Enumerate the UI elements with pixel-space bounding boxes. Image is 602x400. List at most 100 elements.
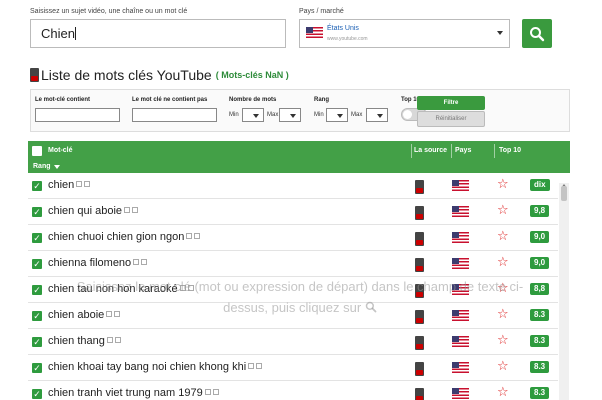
external-link-icon[interactable] xyxy=(212,389,219,395)
country-select[interactable]: États Unis www.youtube.com xyxy=(299,19,510,48)
star-icon[interactable]: ☆ xyxy=(497,228,509,244)
filter-button[interactable]: Filtre xyxy=(417,96,485,110)
external-link-icon[interactable] xyxy=(114,337,121,343)
header-rank-sort[interactable]: Rang xyxy=(33,163,60,170)
keyword-cell[interactable]: chien tau non hon karaoké xyxy=(48,283,194,295)
youtube-source-icon xyxy=(415,284,424,298)
external-link-icon[interactable] xyxy=(132,207,139,213)
header-rank-label: Rang xyxy=(33,163,51,170)
table-row[interactable]: ✓ chien qui aboie ☆ 9,8 xyxy=(28,199,558,225)
rank-max-select[interactable] xyxy=(366,108,388,122)
table-row[interactable]: ✓ chien thang ☆ 8.3 xyxy=(28,329,558,355)
table-row[interactable]: ✓ chien aboie ☆ 8.3 xyxy=(28,303,558,329)
edit-icon[interactable] xyxy=(133,259,140,265)
external-link-icon[interactable] xyxy=(141,259,148,265)
external-link-icon[interactable] xyxy=(194,233,201,239)
reset-button[interactable]: Réinitialiser xyxy=(417,111,485,127)
country-name: États Unis xyxy=(327,25,359,32)
keyword-count-badge: ( Mots-clés NaN ) xyxy=(215,70,289,80)
keyword-cell[interactable]: chien aboie xyxy=(48,309,121,321)
edit-icon[interactable] xyxy=(179,285,186,291)
edit-icon[interactable] xyxy=(204,389,211,395)
row-checkbox[interactable]: ✓ xyxy=(32,259,42,269)
scrollbar[interactable] xyxy=(559,183,569,400)
row-checkbox[interactable]: ✓ xyxy=(32,285,42,295)
us-flag-icon xyxy=(452,180,469,191)
search-button[interactable] xyxy=(522,19,552,48)
keyword-cell[interactable]: chien tranh viet trung nam 1979 xyxy=(48,387,219,399)
external-link-icon[interactable] xyxy=(114,311,121,317)
header-top10[interactable]: Top 10 xyxy=(499,147,521,154)
contains-label: Le mot-clé contient xyxy=(35,97,91,103)
row-checkbox[interactable]: ✓ xyxy=(32,181,42,191)
header-keyword[interactable]: Mot-clé xyxy=(48,147,73,154)
us-flag-icon xyxy=(452,232,469,243)
table-row[interactable]: ✓ chien chuoi chien gion ngon ☆ 9,0 xyxy=(28,225,558,251)
search-input-value: Chien xyxy=(41,26,75,41)
youtube-source-icon xyxy=(415,206,424,220)
table-row[interactable]: ✓ chienna filomeno ☆ 9,0 xyxy=(28,251,558,277)
word-count-min-select[interactable] xyxy=(242,108,264,122)
edit-icon[interactable] xyxy=(106,337,113,343)
star-icon[interactable]: ☆ xyxy=(497,384,509,400)
star-icon[interactable]: ☆ xyxy=(497,332,509,348)
star-icon[interactable]: ☆ xyxy=(497,280,509,296)
table-row[interactable]: ✓ chien ☆ dix xyxy=(28,173,558,199)
external-link-icon[interactable] xyxy=(84,181,91,187)
row-checkbox[interactable]: ✓ xyxy=(32,207,42,217)
text-caret xyxy=(74,27,76,40)
row-checkbox[interactable]: ✓ xyxy=(32,311,42,321)
edit-icon[interactable] xyxy=(124,207,131,213)
external-link-icon[interactable] xyxy=(187,285,194,291)
search-input[interactable]: Chien xyxy=(30,19,286,48)
keyword-cell[interactable]: chien qui aboie xyxy=(48,205,139,217)
row-checkbox[interactable]: ✓ xyxy=(32,363,42,373)
star-icon[interactable]: ☆ xyxy=(497,202,509,218)
youtube-logo-icon xyxy=(30,68,39,82)
rank-filter-label: Rang xyxy=(314,97,329,103)
youtube-source-icon xyxy=(415,336,424,350)
us-flag-icon xyxy=(452,310,469,321)
us-flag-icon xyxy=(452,336,469,347)
edit-icon[interactable] xyxy=(248,363,255,369)
edit-icon[interactable] xyxy=(76,181,83,187)
table-row[interactable]: ✓ chien tau non hon karaoké ☆ 8,8 xyxy=(28,277,558,303)
header-country[interactable]: Pays xyxy=(455,147,471,154)
row-checkbox[interactable]: ✓ xyxy=(32,233,42,243)
header-source[interactable]: La source xyxy=(414,147,447,154)
header-divider xyxy=(451,144,452,158)
table-row[interactable]: ✓ chien tranh viet trung nam 1979 ☆ 8.3 xyxy=(28,381,558,400)
star-icon[interactable]: ☆ xyxy=(497,306,509,322)
score-badge: 8.3 xyxy=(530,309,550,321)
scroll-thumb[interactable] xyxy=(561,186,567,201)
row-checkbox[interactable]: ✓ xyxy=(32,337,42,347)
youtube-source-icon xyxy=(415,310,424,324)
external-link-icon[interactable] xyxy=(256,363,263,369)
youtube-source-icon xyxy=(415,258,424,272)
keyword-text: chien tau non hon karaoké xyxy=(48,283,178,295)
keyword-cell[interactable]: chien khoai tay bang noi chien khong khi xyxy=(48,361,263,373)
not-contains-input[interactable] xyxy=(132,108,217,122)
word-count-max-select[interactable] xyxy=(279,108,301,122)
select-all-checkbox[interactable] xyxy=(32,146,42,156)
star-icon[interactable]: ☆ xyxy=(497,358,509,374)
keyword-cell[interactable]: chien chuoi chien gion ngon xyxy=(48,231,201,243)
contains-input[interactable] xyxy=(35,108,120,122)
rank-min-select[interactable] xyxy=(326,108,348,122)
table-row[interactable]: ✓ chien khoai tay bang noi chien khong kh… xyxy=(28,355,558,381)
youtube-source-icon xyxy=(415,362,424,376)
row-checkbox[interactable]: ✓ xyxy=(32,389,42,399)
youtube-source-icon xyxy=(415,232,424,246)
star-icon[interactable]: ☆ xyxy=(497,254,509,270)
score-badge: 8.3 xyxy=(530,361,550,373)
keyword-cell[interactable]: chienna filomeno xyxy=(48,257,148,269)
search-label: Saisissez un sujet vidéo, une chaîne ou … xyxy=(30,8,188,15)
chevron-down-icon xyxy=(497,31,503,35)
edit-icon[interactable] xyxy=(186,233,193,239)
edit-icon[interactable] xyxy=(106,311,113,317)
keyword-text: chien thang xyxy=(48,335,105,347)
keyword-cell[interactable]: chien xyxy=(48,179,91,191)
score-badge: 8.3 xyxy=(530,335,550,347)
keyword-cell[interactable]: chien thang xyxy=(48,335,121,347)
star-icon[interactable]: ☆ xyxy=(497,176,509,192)
